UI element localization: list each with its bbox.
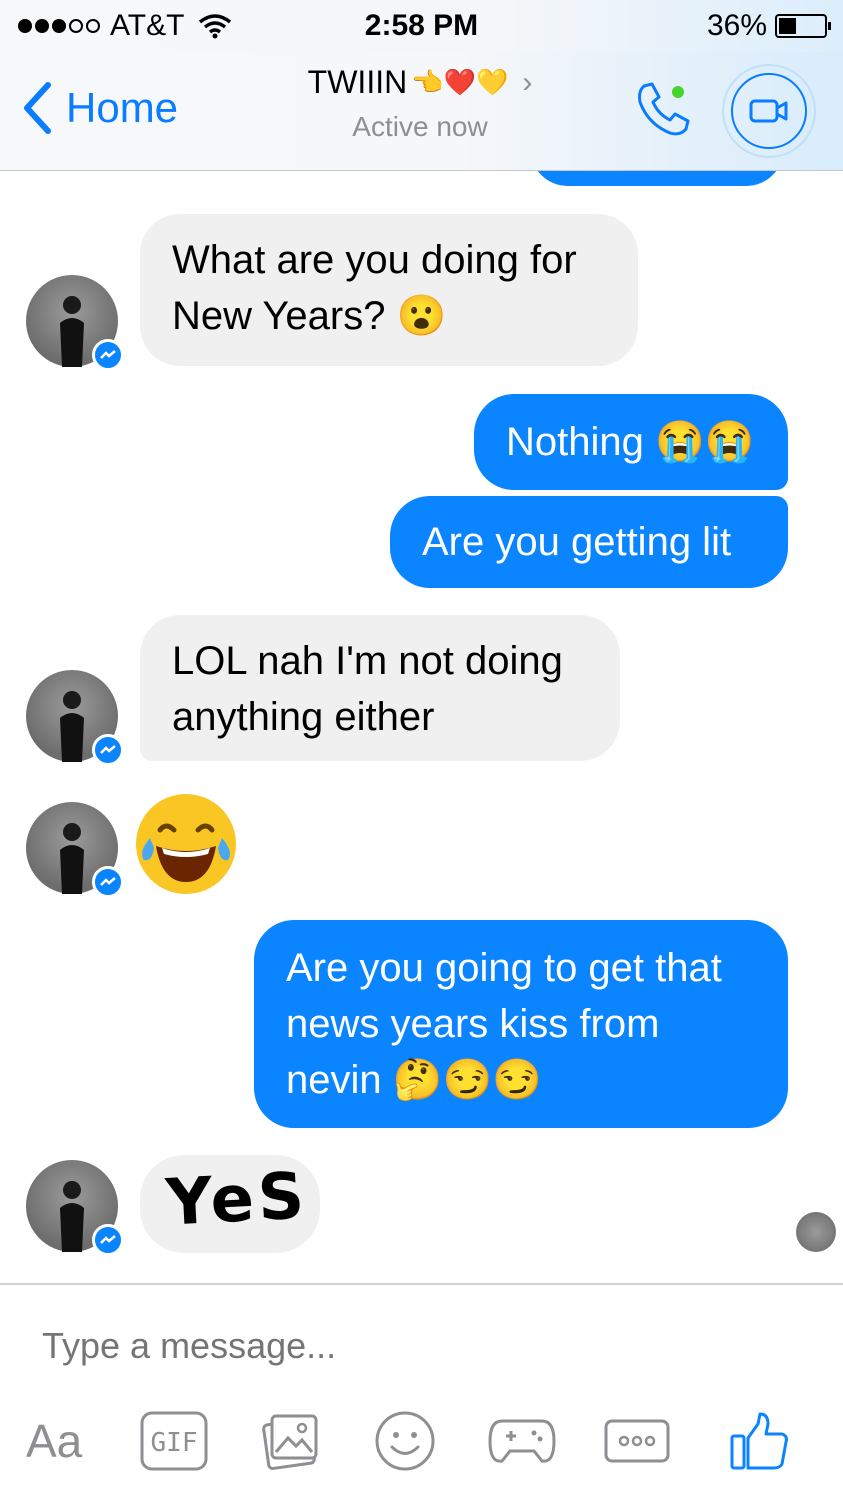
like-button[interactable] <box>728 1405 790 1477</box>
tears-of-joy-emoji-icon[interactable] <box>132 790 240 898</box>
avatar[interactable] <box>26 275 124 371</box>
message-composer: Aa GIF <box>0 1283 843 1500</box>
active-status: Active now <box>352 111 488 142</box>
message-text-line: anything either <box>172 695 435 739</box>
avatar[interactable] <box>26 670 124 766</box>
incoming-message-bubble[interactable]: LOL nah I'm not doing anything either <box>140 615 620 761</box>
outgoing-message-bubble[interactable]: Are you getting lit <box>390 496 788 588</box>
avatar-person-icon <box>60 296 84 367</box>
thumbs-up-icon <box>730 1412 788 1470</box>
battery-status: 36% <box>706 9 831 43</box>
aa-label: Aa <box>26 1415 83 1467</box>
incoming-message-bubble[interactable]: What are you doing for New Years? 😮 <box>140 214 638 366</box>
composer-toolbar: Aa GIF <box>0 1405 843 1485</box>
handwritten-drawing: YeS <box>164 1159 310 1241</box>
photo-button[interactable] <box>262 1405 320 1477</box>
back-chevron-icon <box>24 82 51 134</box>
smiley-icon <box>375 1411 435 1471</box>
photo-icon <box>262 1414 318 1470</box>
back-button[interactable]: Home <box>22 82 178 134</box>
avatar-person-icon <box>60 691 84 762</box>
conversation-header: Home TWIIIN 👈❤️💛 › Active now <box>0 52 843 171</box>
message-list[interactable]: What are you doing for New Years? 😮 Noth… <box>0 170 843 1283</box>
messenger-badge-icon <box>92 339 124 371</box>
more-icon <box>604 1419 670 1463</box>
avatar[interactable] <box>26 802 124 898</box>
message-text: Nothing 😭😭 <box>506 420 755 464</box>
message-input[interactable] <box>42 1325 802 1367</box>
message-text-line: LOL nah I'm not doing <box>172 639 563 683</box>
outgoing-message-bubble[interactable]: Nothing 😭😭 <box>474 394 788 490</box>
video-camera-icon <box>749 99 788 123</box>
gif-icon: GIF <box>140 1411 208 1471</box>
back-label: Home <box>66 84 179 131</box>
battery-percent: 36% <box>706 9 767 42</box>
messenger-badge-icon <box>92 866 124 898</box>
phone-icon <box>638 82 690 136</box>
message-text-line: nevin 🤔😏😏 <box>286 1058 543 1102</box>
more-button[interactable] <box>604 1405 670 1477</box>
gif-button[interactable]: GIF <box>140 1405 208 1477</box>
avatar-person-icon <box>60 823 84 894</box>
message-text-line: New Years? 😮 <box>172 294 447 338</box>
text-style-button[interactable]: Aa <box>26 1405 82 1477</box>
call-button[interactable] <box>632 78 694 145</box>
game-controller-icon <box>488 1419 556 1463</box>
games-button[interactable] <box>488 1405 556 1477</box>
drawing-message-bubble[interactable]: YeS <box>140 1155 320 1253</box>
message-text-line: What are you doing for <box>172 238 577 282</box>
emoji-button[interactable] <box>374 1405 436 1477</box>
messenger-badge-icon <box>92 734 124 766</box>
avatar[interactable] <box>26 1160 124 1256</box>
outgoing-message-bubble[interactable]: Are you going to get that news years kis… <box>254 920 788 1128</box>
video-call-button[interactable] <box>722 64 816 158</box>
message-text-line: news years kiss from <box>286 1002 660 1046</box>
conversation-title-button[interactable]: TWIIIN 👈❤️💛 › Active now <box>280 64 560 143</box>
status-bar: AT&T 2:58 PM 36% <box>0 0 843 52</box>
messenger-badge-icon <box>92 1224 124 1256</box>
message-text-line: Are you going to get that <box>286 946 722 990</box>
message-text: Are you getting lit <box>422 520 732 564</box>
title-emojis: 👈❤️💛 <box>411 67 509 97</box>
previous-message-bubble[interactable] <box>530 170 784 186</box>
battery-icon <box>775 14 831 38</box>
avatar-person-icon <box>60 1181 84 1252</box>
gif-label: GIF <box>151 1428 198 1458</box>
contact-name: TWIIIN <box>307 64 408 100</box>
chevron-right-icon: › <box>522 65 533 99</box>
seen-receipt-avatar <box>796 1212 836 1252</box>
